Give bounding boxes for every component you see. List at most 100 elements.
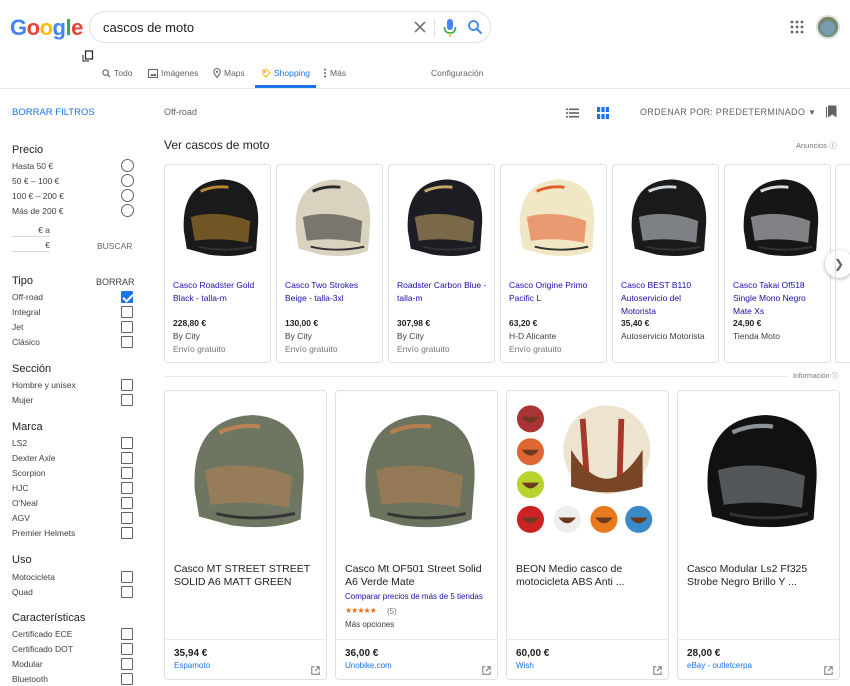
product-title[interactable]: Casco MT STREET STREET SOLID A6 MATT GRE… — [174, 563, 319, 589]
filter-checkbox[interactable] — [121, 628, 133, 640]
clear-icon[interactable] — [412, 19, 428, 35]
price-go-button[interactable]: BUSCAR — [97, 241, 132, 251]
product-image[interactable] — [393, 169, 492, 269]
list-view-icon[interactable] — [566, 108, 579, 118]
product-title-link[interactable]: Casco Origine Primo Pacific L — [509, 279, 603, 305]
more-options-link[interactable]: Más opciones — [345, 620, 394, 629]
product-title-link[interactable]: Casco Roadster Gold Black - talla-m — [173, 279, 267, 305]
product-image[interactable] — [344, 399, 489, 547]
bookmark-icon[interactable] — [826, 105, 837, 118]
filter-checkbox[interactable] — [121, 467, 133, 479]
product-store-link[interactable]: Wish — [516, 661, 534, 670]
tab-shopping[interactable]: Shopping — [262, 68, 310, 78]
external-link-icon[interactable] — [311, 662, 320, 675]
external-link-icon[interactable] — [482, 662, 491, 675]
card-divider — [507, 639, 668, 640]
product-store: Tienda Moto — [733, 331, 780, 341]
product-price: 130,00 € — [285, 318, 319, 328]
product-card[interactable]: BEON Medio casco de motocicleta ABS Anti… — [506, 390, 669, 680]
filter-checkbox[interactable] — [121, 643, 133, 655]
filter-checkbox[interactable] — [121, 452, 133, 464]
search-divider — [434, 18, 435, 38]
ad-product-card[interactable]: Roadster Carbon Blue - talla-m 307,98 € By… — [388, 164, 495, 363]
product-card[interactable]: Casco Mt OF501 Street Solid A6 Verde Mat… — [335, 390, 498, 680]
product-title-link[interactable]: Casco Takai Of518 Single Mono Negro Mate… — [733, 279, 827, 318]
ad-product-card[interactable]: Casco Origine Primo Pacific L 63,20 € H-D … — [500, 164, 607, 363]
filter-checkbox[interactable] — [121, 586, 133, 598]
price-option-radio[interactable] — [121, 174, 134, 187]
ad-product-card[interactable]: Casco Two Strokes Beige - talla-3xl 130,0… — [276, 164, 383, 363]
filter-checkbox[interactable] — [121, 394, 133, 406]
search-icon[interactable] — [467, 19, 483, 35]
price-option-radio[interactable] — [121, 189, 134, 202]
product-title[interactable]: Casco Modular Ls2 Ff325 Strobe Negro Bri… — [687, 563, 832, 589]
carousel-card-partial[interactable] — [835, 164, 850, 363]
search-input[interactable]: cascos de moto — [103, 20, 194, 35]
product-card[interactable]: Casco MT STREET STREET SOLID A6 MATT GRE… — [164, 390, 327, 680]
product-image[interactable] — [505, 169, 604, 269]
price-option-radio[interactable] — [121, 204, 134, 217]
product-image[interactable] — [169, 169, 268, 269]
tab-imagenes[interactable]: Imágenes — [148, 68, 198, 78]
apps-icon[interactable] — [790, 20, 804, 34]
search-box[interactable]: cascos de moto — [89, 11, 491, 43]
filter-checkbox[interactable] — [121, 336, 133, 348]
chevron-down-icon: ▼ — [807, 108, 817, 117]
product-image[interactable] — [617, 169, 716, 269]
product-image[interactable] — [281, 169, 380, 269]
price-min-input[interactable]: € a — [12, 225, 50, 237]
breadcrumb[interactable]: Off-road — [164, 107, 197, 117]
ad-product-card[interactable]: Casco Roadster Gold Black - talla-m 228,8… — [164, 164, 271, 363]
product-image[interactable] — [729, 169, 828, 269]
copy-icon[interactable] — [82, 50, 94, 62]
product-title-link[interactable]: Roadster Carbon Blue - talla-m — [397, 279, 491, 305]
filter-checkbox[interactable] — [121, 306, 133, 318]
product-title-link[interactable]: Casco BEST B110 Autoservicio del Motoris… — [621, 279, 715, 318]
product-price: 307,98 € — [397, 318, 431, 328]
product-store-link[interactable]: Unobike.com — [345, 661, 392, 670]
price-max-input[interactable]: € — [12, 240, 50, 252]
google-logo[interactable]: Google — [10, 15, 83, 41]
ads-label[interactable]: Anuncios ⓘ — [796, 140, 836, 151]
type-clear-link[interactable]: BORRAR — [96, 277, 135, 287]
filter-checkbox[interactable] — [121, 482, 133, 494]
filter-option-label: Bluetooth — [12, 674, 48, 684]
price-option-radio[interactable] — [121, 159, 134, 172]
filter-checkbox[interactable] — [121, 571, 133, 583]
product-store-link[interactable]: eBay - outletcerpa — [687, 661, 752, 670]
product-image[interactable] — [173, 399, 318, 547]
filter-checkbox[interactable] — [121, 437, 133, 449]
product-title[interactable]: BEON Medio casco de motocicleta ABS Anti… — [516, 563, 661, 589]
product-image[interactable] — [686, 399, 831, 547]
filter-checkbox[interactable] — [121, 497, 133, 509]
tab-todo[interactable]: Todo — [102, 68, 132, 78]
tab-maps[interactable]: Maps — [213, 68, 245, 78]
tab-mas[interactable]: Más — [323, 68, 346, 78]
filter-checkbox[interactable] — [121, 379, 133, 391]
ad-product-card[interactable]: Casco Takai Of518 Single Mono Negro Mate… — [724, 164, 831, 363]
price-section-title: Precio — [12, 144, 44, 156]
filter-checkbox[interactable] — [121, 658, 133, 670]
filter-checkbox[interactable] — [121, 512, 133, 524]
product-title-link[interactable]: Casco Two Strokes Beige - talla-3xl — [285, 279, 379, 305]
filter-checkbox[interactable] — [121, 321, 133, 333]
tab-configuracion[interactable]: Configuración — [431, 68, 483, 78]
product-store-link[interactable]: Espamoto — [174, 661, 210, 670]
ad-product-card[interactable]: Casco BEST B110 Autoservicio del Motoris… — [612, 164, 719, 363]
grid-view-icon[interactable] — [597, 107, 609, 119]
filter-checkbox[interactable] — [121, 291, 133, 303]
product-title[interactable]: Casco Mt OF501 Street Solid A6 Verde Mat… — [345, 563, 490, 589]
price-option-label: Hasta 50 € — [12, 161, 54, 171]
microphone-icon[interactable] — [442, 18, 458, 38]
external-link-icon[interactable] — [824, 662, 833, 675]
compare-prices-link[interactable]: Comparar precios de más de 5 tiendas — [345, 592, 483, 601]
clear-filters-link[interactable]: BORRAR FILTROS — [12, 107, 95, 118]
product-image[interactable] — [515, 399, 660, 547]
filter-checkbox[interactable] — [121, 527, 133, 539]
filter-checkbox[interactable] — [121, 673, 133, 685]
info-label[interactable]: Información ⓘ — [793, 371, 839, 381]
sort-dropdown[interactable]: ORDENAR POR: PREDETERMINADO ▼ — [640, 107, 816, 117]
account-avatar[interactable] — [816, 15, 840, 39]
product-card[interactable]: Casco Modular Ls2 Ff325 Strobe Negro Bri… — [677, 390, 840, 680]
external-link-icon[interactable] — [653, 662, 662, 675]
